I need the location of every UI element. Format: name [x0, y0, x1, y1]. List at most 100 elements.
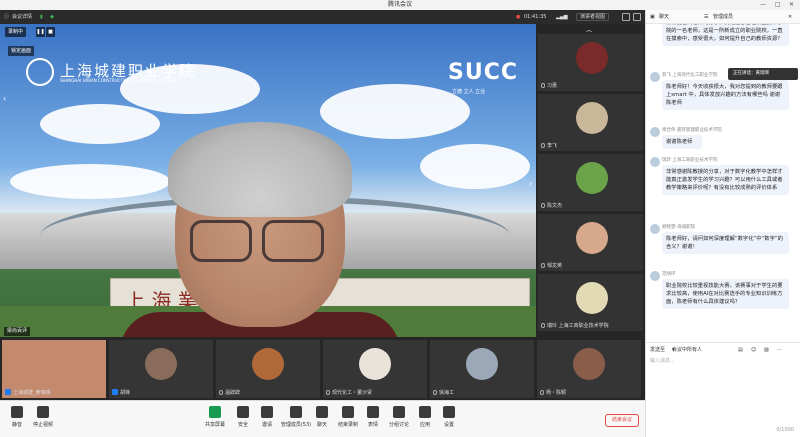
participant-name-text: 李飞 — [547, 143, 558, 149]
participant-name-text: 现代化工・董沙贤 — [332, 390, 373, 396]
participant-name: 邹龙英 — [541, 262, 562, 269]
avatar — [650, 127, 660, 137]
sender-name: 章佳伟 嘉宾管理职业技术学院 — [662, 128, 722, 133]
stop-recording-icon[interactable]: ■ — [46, 27, 55, 37]
avatar — [650, 224, 660, 234]
school-name-en: SHANGHAI URBAN CONSTRUCTION VOCATIONAL C… — [60, 78, 178, 83]
mic-icon — [219, 390, 223, 395]
image-icon[interactable]: ▨ — [764, 343, 769, 357]
signal-icon: ▮ — [40, 14, 43, 20]
maximize-button[interactable]: □ — [775, 0, 781, 10]
chat-message: 范炳环 职业院校比较重视技能大赛，该赛事对于学生的要求比较高，使用AI在对比赛选… — [650, 271, 798, 309]
participant-tile[interactable]: 陈文杰 — [538, 154, 643, 211]
avatar — [573, 348, 605, 380]
emoji-icon[interactable]: ☺ — [751, 343, 756, 357]
members-icon — [290, 406, 302, 418]
participant-tile[interactable]: 瑞玲 上海工商职业技术学院 — [538, 274, 643, 331]
settings-button[interactable]: 设置 — [432, 406, 466, 428]
recording-dot-icon: ● — [516, 14, 521, 20]
participant-name: 杨・陈颖 — [540, 389, 566, 396]
stop-video-button[interactable]: 停止视频 — [26, 406, 60, 428]
participant-name-text: 徐海工 — [439, 390, 455, 396]
chat-input[interactable]: 输入消息... — [650, 357, 797, 427]
avatar — [650, 157, 660, 167]
participant-tile[interactable]: 徐海工 — [430, 340, 534, 398]
security-icon — [237, 406, 249, 418]
chat-icon — [316, 406, 328, 418]
participant-tile[interactable]: 邹龙英 — [538, 214, 643, 271]
view-mode-button[interactable]: 演讲者视图 — [576, 13, 610, 21]
participant-name-text: 瑞玲 上海工商职业技术学院 — [547, 323, 609, 329]
pause-recording-icon[interactable]: ❚❚ — [36, 27, 45, 37]
meeting-info-bar: ⓘ 会议详情 ▮ ◆ ● 01:41:35 ▂▄▆ 演讲者视图 — [0, 10, 645, 24]
participant-name: 陈文杰 — [541, 202, 562, 209]
mic-icon — [541, 323, 545, 328]
participant-tile[interactable]: 现代化工・董沙贤 — [323, 340, 427, 398]
info-icon[interactable]: ⓘ — [4, 10, 9, 24]
cloud — [320, 84, 470, 139]
breakout-icon — [393, 406, 405, 418]
participant-tile[interactable]: 上海城建_黄瑞瑛 — [2, 340, 106, 398]
manage-members-tab[interactable]: 管理成员 — [713, 10, 733, 24]
scroll-up-icon[interactable]: ︿ — [586, 25, 592, 34]
prev-arrow-icon[interactable]: ‹ — [3, 94, 6, 103]
participant-name: 徐海工 — [433, 389, 454, 396]
mic-icon — [541, 83, 545, 88]
microphone-icon — [11, 406, 23, 418]
participant-name-text: 上海城建_黄瑞瑛 — [13, 390, 51, 396]
participant-tile[interactable]: 习惠 — [538, 34, 643, 91]
mic-icon — [541, 203, 545, 208]
recording-indicator[interactable]: 录制中 — [5, 27, 27, 37]
message-bubble: 陈老师好，请问如何深度理解“数字化”中“数字”的含义？谢谢！ — [662, 232, 789, 254]
participant-name: 习惠 — [541, 82, 557, 89]
close-button[interactable]: ✕ — [789, 0, 794, 10]
record-icon — [342, 406, 354, 418]
main-speaker-video[interactable]: 上 海 業 學 院 上海城建职业学院 SHANGHAI URBAN CONSTR… — [0, 24, 536, 337]
chat-message-list: 常常能看到老师的分享，我是信息管理职业技术学院的一名老师，这是一所新成立的职业院… — [646, 24, 800, 342]
mic-icon — [541, 143, 545, 148]
recipient-dropdown[interactable]: 会议中所有人 ▾ — [672, 343, 702, 357]
succ-brand: SUCC — [448, 60, 518, 85]
next-arrow-icon[interactable]: › — [529, 179, 532, 188]
file-icon[interactable]: ▤ — [738, 343, 743, 357]
glasses-right — [262, 220, 324, 262]
minimize-button[interactable]: — — [760, 0, 766, 10]
message-bubble: 谢谢陈老师 — [662, 135, 702, 149]
cloud — [420, 144, 530, 189]
avatar — [252, 348, 284, 380]
stop-video-label: 停止视频 — [32, 422, 53, 428]
sender-name: 瑞玲 上海工商职业技术学院 — [662, 158, 718, 163]
message-bubble: 职业院校比较重视技能大赛，该赛事对于学生的要求比较高，使用AI在对比赛选手的专业… — [662, 279, 789, 309]
fullscreen-icon[interactable] — [622, 13, 630, 21]
layout-icon[interactable] — [633, 13, 641, 21]
locked-view-tag[interactable]: 锁定画面 — [8, 46, 35, 56]
message-bubble: 常常能看到老师的分享，我是信息管理职业技术学院的一名老师，这是一所新成立的职业院… — [662, 24, 789, 46]
more-icon[interactable]: ⋯ — [777, 343, 782, 357]
mic-icon — [540, 390, 544, 395]
invite-icon — [261, 406, 273, 418]
emoji-icon — [367, 406, 379, 418]
participant-tile[interactable]: 李飞 — [538, 94, 643, 151]
apps-icon — [419, 406, 431, 418]
avatar — [576, 42, 608, 74]
avatar — [650, 72, 660, 82]
meeting-details-link[interactable]: 会议详情 — [12, 10, 32, 24]
avatar — [359, 348, 391, 380]
avatar — [145, 348, 177, 380]
mic-icon — [541, 263, 545, 268]
close-icon[interactable]: ✕ — [788, 10, 792, 24]
end-meeting-button[interactable]: 结束会议 — [605, 414, 639, 427]
members-icon[interactable]: ☰ — [704, 10, 708, 24]
participant-tile[interactable]: 杨・陈颖 — [537, 340, 641, 398]
participant-tile[interactable]: 温辟辟 — [216, 340, 320, 398]
participant-name-text: 习惠 — [547, 83, 558, 89]
word-count: 0/1000 — [776, 427, 794, 433]
mic-icon — [326, 390, 330, 395]
camera-icon — [37, 406, 49, 418]
chat-title: 聊天 — [659, 14, 670, 20]
speaker-name-tag: 梁尚百评 — [4, 327, 31, 336]
share-screen-icon — [209, 406, 221, 418]
participant-tile[interactable]: 胡锋 — [109, 340, 213, 398]
host-badge-icon — [5, 389, 11, 395]
cloud — [40, 104, 160, 144]
